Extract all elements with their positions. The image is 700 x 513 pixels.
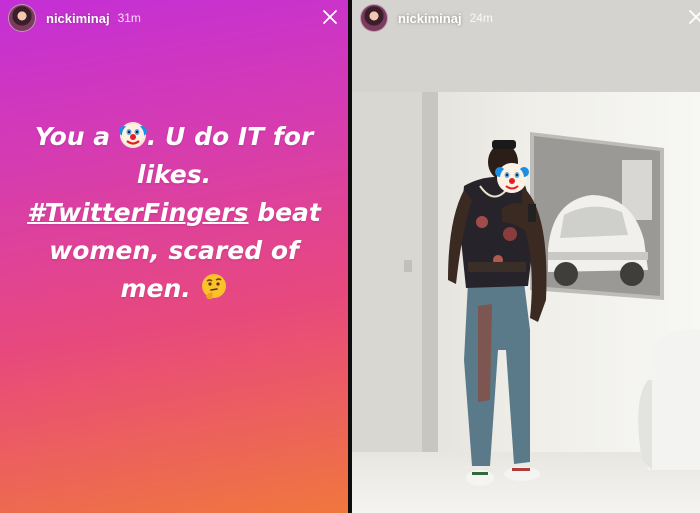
- timestamp: 31m: [117, 11, 141, 25]
- story-text-line: women, scared of: [49, 236, 299, 265]
- story-text: You a . U do IT for likes. #TwitterFinge…: [0, 118, 348, 308]
- story-header: nickiminaj 24m: [352, 0, 700, 36]
- story-text-line: #TwitterFingers beat: [27, 198, 321, 227]
- story-header: nickiminaj 31m: [0, 0, 348, 36]
- story-text-line: You a . U do IT for: [34, 122, 314, 151]
- story-text-line: men.: [16, 270, 332, 308]
- avatar[interactable]: [8, 4, 36, 32]
- thinking-face-icon: [201, 274, 226, 300]
- story-panel-right[interactable]: nickiminaj 24m: [352, 0, 700, 513]
- timestamp: 24m: [469, 11, 493, 25]
- story-panel-left[interactable]: nickiminaj 31m You a . U do IT for likes…: [0, 0, 348, 513]
- username[interactable]: nickiminaj: [398, 11, 462, 26]
- close-icon[interactable]: [320, 7, 340, 27]
- close-icon[interactable]: [686, 7, 700, 27]
- story-text-line: likes.: [136, 160, 212, 189]
- clown-face-icon: [118, 122, 147, 148]
- hashtag-link[interactable]: #TwitterFingers: [27, 198, 248, 227]
- avatar[interactable]: [360, 4, 388, 32]
- username[interactable]: nickiminaj: [46, 11, 110, 26]
- man-in-mirror-photo: [352, 0, 700, 513]
